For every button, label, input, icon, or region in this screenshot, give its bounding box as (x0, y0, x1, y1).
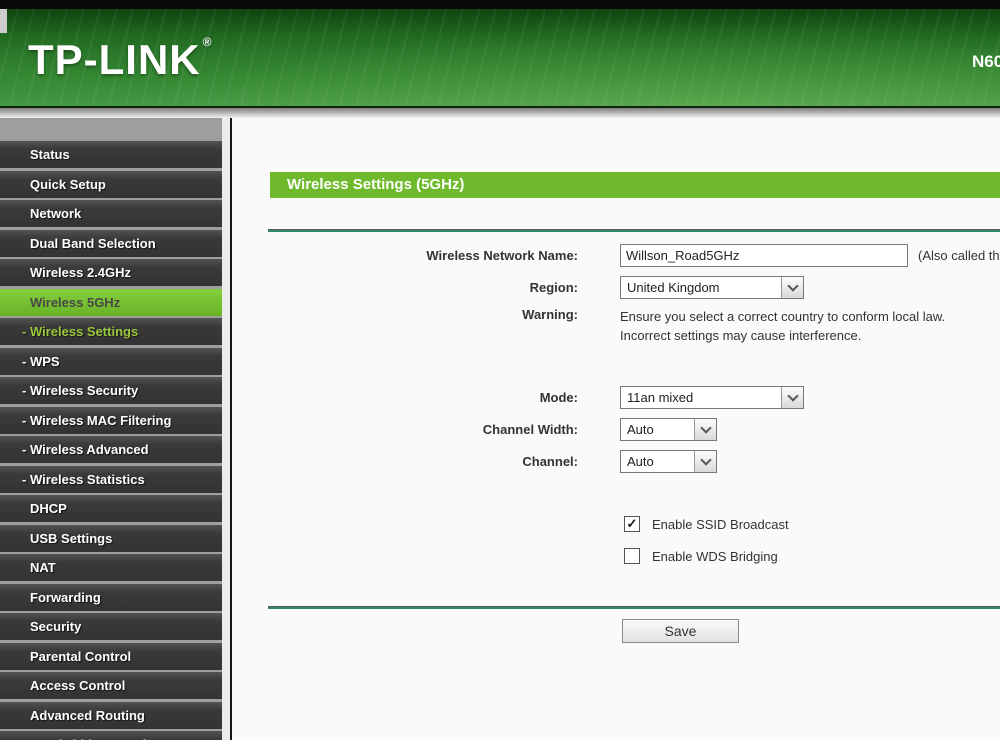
warning-line-1: Ensure you select a correct country to c… (620, 309, 946, 324)
sidebar-item-status[interactable]: Status (0, 141, 222, 168)
sidebar-item-nat[interactable]: NAT (0, 554, 222, 581)
corner-notch (0, 9, 7, 33)
sidebar-item-advanced-routing[interactable]: Advanced Routing (0, 701, 222, 729)
settings-form: Wireless Network Name: (Also called the … (232, 243, 1000, 473)
sidebar-item-wireless-mac-filtering[interactable]: - Wireless MAC Filtering (0, 406, 222, 434)
checkbox-group: ✓ Enable SSID Broadcast Enable WDS Bridgin… (624, 516, 1000, 564)
sidebar-main-divider (222, 118, 232, 740)
sidebar-item-access-control[interactable]: Access Control (0, 672, 222, 699)
channel-width-select-value: Auto (627, 421, 654, 437)
chevron-down-icon (699, 453, 712, 466)
warning-text: Ensure you select a correct country to c… (620, 307, 945, 345)
sidebar-item-quick-setup[interactable]: Quick Setup (0, 170, 222, 198)
region-select[interactable]: United Kingdom (620, 275, 804, 299)
mode-select[interactable]: 11an mixed (620, 385, 804, 409)
channel-row: Channel: Auto (232, 449, 1000, 473)
registered-mark-icon: ® (202, 35, 213, 49)
region-select-value: United Kingdom (627, 279, 720, 295)
sidebar-item-dual-band-selection[interactable]: Dual Band Selection (0, 229, 222, 257)
mode-row: Mode: 11an mixed (232, 385, 1000, 409)
save-row: Save (622, 619, 1000, 643)
save-button[interactable]: Save (622, 619, 739, 643)
warning-label: Warning: (522, 307, 578, 322)
warning-line-2: Incorrect settings may cause interferenc… (620, 328, 862, 343)
region-select-arrow[interactable] (781, 276, 803, 298)
channel-width-label: Channel Width: (482, 421, 578, 437)
mode-select-arrow[interactable] (781, 386, 803, 408)
page-title: Wireless Settings (5GHz) (270, 172, 1000, 198)
checkbox-row: ✓ Enable SSID Broadcast (624, 516, 1000, 532)
chevron-down-icon (786, 389, 799, 402)
brand-text: TP-LINK (28, 36, 201, 83)
router-admin-page: TP-LINK® N600 StatusQuick SetupNetworkDu… (0, 0, 1000, 740)
sidebar-item-dhcp[interactable]: DHCP (0, 495, 222, 522)
region-label: Region: (529, 279, 578, 295)
channel-select-arrow[interactable] (694, 450, 716, 472)
channel-width-select[interactable]: Auto (620, 417, 717, 441)
sidebar-item-security[interactable]: Security (0, 613, 222, 640)
sidebar-item-network[interactable]: Network (0, 200, 222, 227)
divider-top (268, 229, 1000, 232)
sidebar-item-usb-settings[interactable]: USB Settings (0, 524, 222, 552)
mode-select-value: 11an mixed (627, 389, 694, 405)
header-divider-strip (0, 106, 1000, 118)
channel-width-select-arrow[interactable] (694, 418, 716, 440)
content-area: Status Quick Setup Network Dual Band Select… (0, 118, 1000, 740)
sidebar-item-wireless-advanced[interactable]: - Wireless Advanced (0, 436, 222, 463)
top-black-bar (0, 0, 1000, 9)
channel-select-value: Auto (627, 453, 654, 469)
ssid-hint: (Also called the SSID) (918, 247, 1000, 263)
page-title-text: Wireless Settings (5GHz) (287, 176, 465, 193)
model-badge: N600 (972, 52, 1000, 71)
checkbox-label: Enable WDS Bridging (652, 548, 778, 564)
header-banner: TP-LINK® N600 (0, 9, 1000, 106)
channel-select[interactable]: Auto (620, 449, 717, 473)
sidebar-item-bandwidth-control[interactable]: Bandwidth Control (0, 731, 222, 740)
sidebar-item-wireless-statistics[interactable]: - Wireless Statistics (0, 465, 222, 493)
channel-width-row: Channel Width: Auto (232, 417, 1000, 441)
sidebar-item-wireless-5ghz[interactable]: Wireless 5GHz (0, 288, 222, 316)
checkbox-row: Enable WDS Bridging (624, 548, 1000, 564)
chevron-down-icon (786, 279, 799, 292)
sidebar-item-wireless-security[interactable]: - Wireless Security (0, 377, 222, 404)
region-row: Region: United Kingdom (232, 275, 1000, 299)
sidebar-item-wireless-settings[interactable]: - Wireless Settings (0, 318, 222, 345)
wireless-network-name-label: Wireless Network Name: (426, 247, 578, 263)
sidebar-item-wps[interactable]: - WPS (0, 347, 222, 375)
mode-label: Mode: (539, 389, 578, 405)
sidebar-menu: Status Quick Setup Network Dual Band Select… (0, 118, 222, 740)
channel-label: Channel: (522, 453, 578, 469)
tplink-logo: TP-LINK ® (28, 35, 213, 84)
chevron-down-icon (699, 421, 712, 434)
checkbox-label: Enable SSID Broadcast (652, 516, 789, 532)
sidebar-item-parental-control[interactable]: Parental Control (0, 642, 222, 670)
sidebar-item-wireless-2.4ghz[interactable]: Wireless 2.4GHz (0, 259, 222, 286)
divider-bottom (268, 606, 1000, 609)
sidebar-item-forwarding[interactable]: Forwarding (0, 583, 222, 611)
main-panel: Wireless Settings (5GHz) Wireless Networ… (232, 118, 1000, 740)
enable-wds-bridging-checkbox[interactable] (624, 548, 640, 564)
network-name-row: Wireless Network Name: (Also called the … (232, 243, 1000, 267)
enable-ssid-broadcast-checkbox[interactable]: ✓ (624, 516, 640, 532)
warning-row: Warning: Ensure you select a correct cou… (232, 307, 1000, 345)
wireless-network-name-input[interactable] (620, 243, 908, 267)
